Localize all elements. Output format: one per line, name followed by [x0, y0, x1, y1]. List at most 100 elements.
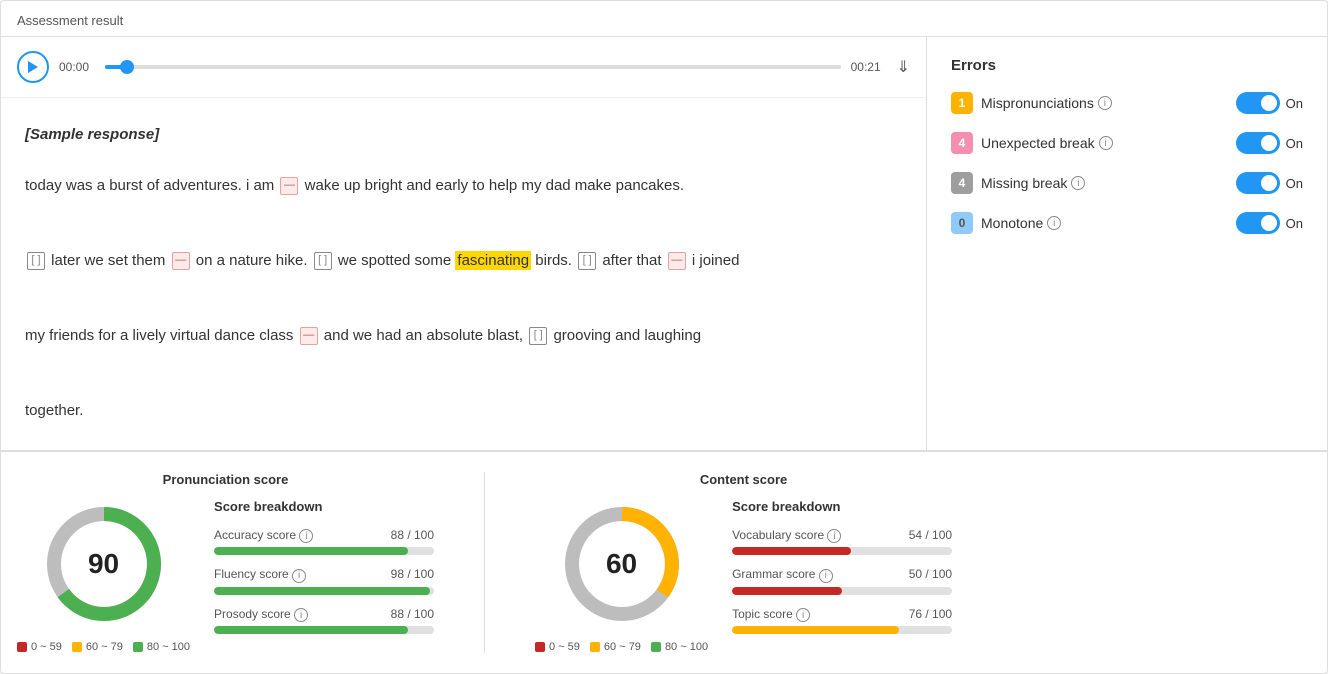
grammar-bar-track [732, 587, 952, 595]
content-legend-low: 0 ~ 59 [535, 641, 580, 653]
error-row-missing-break: 4 Missing break i On [951, 172, 1303, 194]
toggle-unexpected-break[interactable]: On [1236, 132, 1303, 154]
break-marker-6: — [668, 252, 686, 270]
toggle-label-3: On [1286, 176, 1303, 191]
error-count-4: 0 [951, 212, 973, 234]
content-donut-wrapper: 60 [557, 499, 687, 629]
accuracy-info[interactable]: i [299, 529, 313, 543]
pronunciation-donut-wrapper: 90 [39, 499, 169, 629]
content-legend-dot-green [651, 642, 661, 652]
page-title: Assessment result [1, 1, 1327, 37]
topic-bar-fill [732, 626, 899, 634]
error-label-4: Monotone i [981, 215, 1228, 231]
grammar-label: Grammar score i [732, 567, 833, 583]
info-icon-1[interactable]: i [1098, 96, 1112, 110]
progress-track[interactable] [105, 65, 841, 69]
legend-dot-green [133, 642, 143, 652]
content-breakdown: Score breakdown Vocabulary score i 54 / … [732, 499, 952, 647]
content-section: Content score 60 0 ~ 59 [535, 472, 952, 653]
vocabulary-info[interactable]: i [827, 529, 841, 543]
fluency-header: Fluency score i 98 / 100 [214, 567, 434, 583]
audio-bar: 00:00 00:21 ⇓ [1, 37, 926, 98]
break-marker-2: [ ] [27, 252, 45, 270]
legend-label-high: 80 ~ 100 [147, 641, 190, 653]
text-p2d: birds. [535, 252, 572, 269]
error-row-mispronunciations: 1 Mispronunciations i On [951, 92, 1303, 114]
time-current: 00:00 [59, 60, 95, 74]
grammar-info[interactable]: i [819, 569, 833, 583]
info-icon-2[interactable]: i [1099, 136, 1113, 150]
content-score-block: 60 0 ~ 59 60 ~ 79 80 ~ 100 [535, 499, 952, 653]
text-p1b: wake up bright and early to help my dad … [305, 177, 684, 194]
content-legend: 0 ~ 59 60 ~ 79 80 ~ 100 [535, 641, 708, 653]
text-p2a: later we set them [51, 252, 165, 269]
pronunciation-score-number: 90 [88, 548, 119, 580]
error-label-2: Unexpected break i [981, 135, 1228, 151]
play-button[interactable] [17, 51, 49, 83]
break-marker-1: — [280, 177, 298, 195]
prosody-row: Prosody score i 88 / 100 [214, 607, 434, 635]
top-section: 00:00 00:21 ⇓ [Sample response] today wa… [1, 37, 1327, 451]
accuracy-row: Accuracy score i 88 / 100 [214, 528, 434, 556]
break-marker-5: [ ] [578, 252, 596, 270]
pronunciation-score-block: 90 0 ~ 59 60 ~ 79 80 ~ 100 [17, 499, 434, 653]
text-p2b: on a nature hike. [196, 252, 308, 269]
vocabulary-bar-track [732, 547, 952, 555]
pronunciation-legend: 0 ~ 59 60 ~ 79 80 ~ 100 [17, 641, 190, 653]
info-icon-4[interactable]: i [1047, 216, 1061, 230]
pronunciation-section: Pronunciation score 90 0 ~ [17, 472, 434, 653]
legend-dot-yellow [72, 642, 82, 652]
fluency-bar-track [214, 587, 434, 595]
break-marker-8: [ ] [529, 327, 547, 345]
toggle-monotone[interactable]: On [1236, 212, 1303, 234]
prosody-label: Prosody score i [214, 607, 308, 623]
toggle-missing-break[interactable]: On [1236, 172, 1303, 194]
word-fascinating: fascinating [455, 251, 531, 270]
content-legend-mid: 60 ~ 79 [590, 641, 641, 653]
text-content: [Sample response] today was a burst of a… [1, 98, 926, 450]
prosody-header: Prosody score i 88 / 100 [214, 607, 434, 623]
content-legend-label-mid: 60 ~ 79 [604, 641, 641, 653]
fluency-info[interactable]: i [292, 569, 306, 583]
pronunciation-breakdown-title: Score breakdown [214, 499, 434, 514]
vocabulary-header: Vocabulary score i 54 / 100 [732, 528, 952, 544]
legend-label-mid: 60 ~ 79 [86, 641, 123, 653]
legend-label-low: 0 ~ 59 [31, 641, 62, 653]
vocabulary-label: Vocabulary score i [732, 528, 841, 544]
accuracy-bar-track [214, 547, 434, 555]
info-icon-3[interactable]: i [1071, 176, 1085, 190]
topic-label: Topic score i [732, 607, 810, 623]
error-row-unexpected-break: 4 Unexpected break i On [951, 132, 1303, 154]
toggle-label-4: On [1286, 216, 1303, 231]
topic-header: Topic score i 76 / 100 [732, 607, 952, 623]
toggle-mispronunciations[interactable]: On [1236, 92, 1303, 114]
vocabulary-bar-fill [732, 547, 851, 555]
fluency-row: Fluency score i 98 / 100 [214, 567, 434, 595]
toggle-4[interactable] [1236, 212, 1280, 234]
errors-panel: Errors 1 Mispronunciations i On 4 Unexpe… [927, 37, 1327, 450]
legend-item-low: 0 ~ 59 [17, 641, 62, 653]
text-p2f: i joined [692, 252, 740, 269]
content-legend-label-high: 80 ~ 100 [665, 641, 708, 653]
bottom-section: Pronunciation score 90 0 ~ [1, 451, 1327, 673]
vocabulary-row: Vocabulary score i 54 / 100 [732, 528, 952, 556]
grammar-header: Grammar score i 50 / 100 [732, 567, 952, 583]
pronunciation-breakdown: Score breakdown Accuracy score i 88 / 10… [214, 499, 434, 647]
toggle-label-2: On [1286, 136, 1303, 151]
toggle-2[interactable] [1236, 132, 1280, 154]
content-legend-label-low: 0 ~ 59 [549, 641, 580, 653]
prosody-info[interactable]: i [294, 608, 308, 622]
download-icon[interactable]: ⇓ [897, 57, 910, 77]
fluency-label: Fluency score i [214, 567, 306, 583]
break-marker-7: — [300, 327, 318, 345]
fluency-value: 98 / 100 [391, 567, 434, 583]
sample-response-label: [Sample response] [25, 118, 902, 151]
topic-info[interactable]: i [796, 608, 810, 622]
toggle-1[interactable] [1236, 92, 1280, 114]
text-p3c: grooving and laughing [553, 327, 701, 344]
legend-item-mid: 60 ~ 79 [72, 641, 123, 653]
toggle-3[interactable] [1236, 172, 1280, 194]
content-donut-container: 60 0 ~ 59 60 ~ 79 80 ~ 100 [535, 499, 708, 653]
error-count-2: 4 [951, 132, 973, 154]
prosody-bar-track [214, 626, 434, 634]
